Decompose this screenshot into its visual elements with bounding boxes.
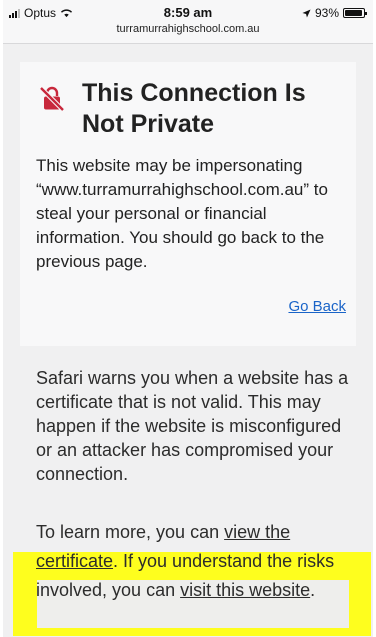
go-back-link[interactable]: Go Back	[288, 298, 346, 315]
visit-website-link[interactable]: visit this website	[180, 580, 310, 600]
page-title: This Connection Is Not Private	[82, 79, 306, 138]
status-bar: Optus 8:59 am turramurrahighschool.com.a…	[3, 0, 373, 44]
location-arrow-icon	[302, 8, 311, 18]
status-right: 93%	[302, 6, 367, 20]
broken-lock-warning-icon	[39, 86, 65, 112]
battery-fill	[345, 10, 362, 16]
battery-icon	[343, 8, 367, 18]
info-paragraph: Safari warns you when a website has a ce…	[36, 368, 349, 484]
warning-description: This website may be impersonating “www.t…	[36, 156, 328, 271]
phone-screen: Optus 8:59 am turramurrahighschool.com.a…	[3, 0, 373, 637]
warning-card: This Connection Is Not Private This webs…	[20, 62, 356, 346]
battery-percent: 93%	[314, 6, 339, 20]
learn-more-suffix: .	[310, 580, 316, 600]
learn-more-paragraph: To learn more, you can view the certific…	[36, 518, 352, 605]
learn-more-prefix: To learn more, you can	[36, 522, 225, 542]
address-bar-url[interactable]: turramurrahighschool.com.au	[3, 23, 373, 35]
